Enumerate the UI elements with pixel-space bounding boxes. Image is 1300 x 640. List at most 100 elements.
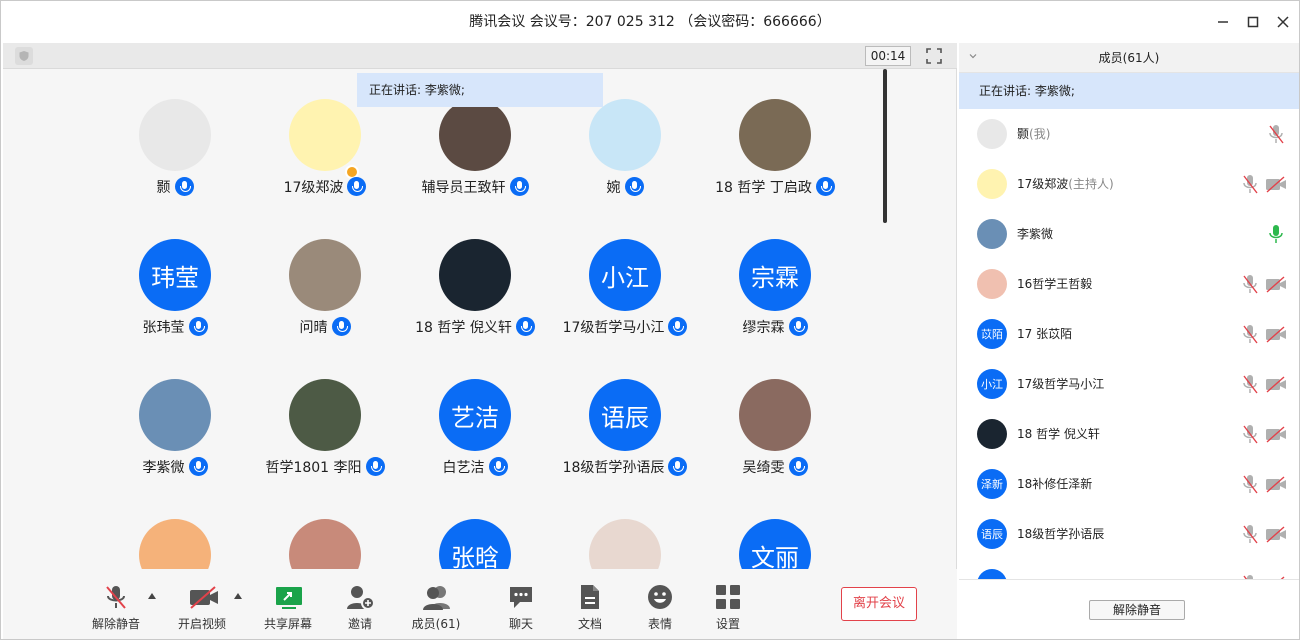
unmute-button[interactable]: 解除静音 [81,583,151,632]
mic-muted-icon[interactable] [1241,474,1259,494]
mic-muted-icon[interactable] [1241,524,1259,544]
participant-tile[interactable]: 小江 17级哲学马小江 [545,209,705,336]
participant-tile[interactable]: 颢 [95,69,255,196]
audio-options-caret-icon[interactable] [148,593,156,599]
participant-name: 张玮莹 [142,320,185,336]
chevron-down-icon[interactable] [969,52,977,60]
participant-name-row: 吴绮雯 [675,457,875,477]
participant-tile[interactable] [245,489,405,569]
member-name: 17级郑波 [1017,177,1069,191]
leave-meeting-button[interactable]: 离开会议 [841,587,917,621]
minimize-icon[interactable] [1213,12,1233,32]
participant-tile[interactable]: 玮莹 张玮莹 [95,209,255,336]
participant-tile[interactable]: 问晴 [245,209,405,336]
members-list: 颢(我) 17级郑波(主持人) 李紫微 16哲学王哲毅 苡陌 17 张苡陌 小江 17级哲学马… [959,109,1299,579]
members-panel-header: 成员(61人) [959,43,1299,73]
member-row[interactable]: 李紫微 [959,209,1299,259]
participant-tile[interactable]: 李紫微 [95,349,255,476]
close-icon[interactable] [1273,12,1293,32]
participant-tile[interactable]: 张晗 [395,489,555,569]
member-name-line: 17级郑波(主持人) [1017,159,1114,209]
members-panel-footer: 解除静音 [959,579,1299,639]
mic-icon [788,317,808,336]
start-video-button[interactable]: 开启视频 [167,583,237,632]
title-bar: 腾讯会议 会议号：207 025 312 （会议密码：666666） [1,1,1299,43]
mic-icon [488,457,508,476]
meeting-window: 腾讯会议 会议号：207 025 312 （会议密码：666666） 00:14… [0,0,1300,640]
mic-muted-icon[interactable] [1241,324,1259,344]
member-row[interactable]: 小江 17级哲学马小江 [959,359,1299,409]
avatar [289,379,361,451]
mic-muted-icon[interactable] [1241,274,1259,294]
member-row[interactable] [959,559,1299,579]
camera-off-icon[interactable] [1265,525,1287,543]
participant-tile[interactable]: 吴绮雯 [695,349,855,476]
unmute-all-button[interactable]: 解除静音 [1089,600,1185,620]
participant-name: 辅导员王致轩 [421,180,506,196]
docs-button[interactable]: 文档 [555,583,625,632]
participant-tile[interactable]: 文丽 [695,489,855,569]
mic-active-icon[interactable] [1267,224,1285,244]
grid-scrollbar[interactable] [883,69,887,223]
settings-grid-icon [714,583,742,611]
avatar [589,519,661,569]
participant-name: 18 哲学 倪义轩 [415,320,512,336]
member-name: 18级哲学孙语辰 [1017,527,1105,541]
members-icon [422,583,450,611]
maximize-icon[interactable] [1243,12,1263,32]
shield-icon[interactable] [15,47,33,65]
invite-button[interactable]: 邀请 [325,583,395,632]
participant-tile[interactable] [95,489,255,569]
avatar [589,99,661,171]
speaking-banner: 正在讲话: 李紫微; [357,73,603,107]
video-area: 00:14 颢 17级郑波 辅导员王致轩婉 18 哲学 丁启政 玮莹 张玮莹 问晴 18 哲学… [3,43,957,639]
participant-name: 缪宗霖 [742,320,785,336]
member-row[interactable]: 16哲学王哲毅 [959,259,1299,309]
members-button[interactable]: 成员(61) [401,583,471,632]
avatar [139,379,211,451]
participant-tile[interactable]: 语辰 18级哲学孙语辰 [545,349,705,476]
participant-tile[interactable]: 18 哲学 倪义轩 [395,209,555,336]
member-row[interactable]: 语辰 18级哲学孙语辰 [959,509,1299,559]
participant-tile[interactable]: 哲学1801 李阳 [245,349,405,476]
participant-name: 婉 [606,180,621,196]
share-screen-button[interactable]: 共享屏幕 [253,583,323,632]
unmute-label: 解除静音 [91,617,140,631]
member-name: 17级哲学马小江 [1017,377,1105,391]
mic-muted-icon[interactable] [1241,424,1259,444]
member-row[interactable]: 18 哲学 倪义轩 [959,409,1299,459]
video-options-caret-icon[interactable] [234,593,242,599]
participant-name: 18 哲学 丁启政 [715,180,812,196]
camera-off-icon[interactable] [1265,275,1287,293]
member-avatar [977,569,1007,579]
member-name: 18 哲学 倪义轩 [1017,427,1100,441]
member-name: 17 张苡陌 [1017,327,1073,341]
settings-button[interactable]: 设置 [693,583,763,632]
mic-muted-icon[interactable] [1241,174,1259,194]
mic-muted-icon[interactable] [1241,374,1259,394]
fullscreen-icon[interactable] [925,47,943,65]
camera-off-icon[interactable] [1265,375,1287,393]
member-row[interactable]: 颢(我) [959,109,1299,159]
member-row[interactable]: 17级郑波(主持人) [959,159,1299,209]
participant-name: 哲学1801 李阳 [265,460,362,476]
share-screen-icon [274,583,302,611]
camera-off-icon[interactable] [1265,325,1287,343]
camera-off-icon[interactable] [1265,425,1287,443]
participant-tile[interactable]: 宗霖 缪宗霖 [695,209,855,336]
emoji-icon [646,583,674,611]
chat-button[interactable]: 聊天 [486,583,556,632]
camera-off-icon[interactable] [1265,175,1287,193]
mic-muted-icon[interactable] [1267,124,1285,144]
member-row[interactable]: 苡陌 17 张苡陌 [959,309,1299,359]
member-row[interactable]: 泽新 18补修任泽新 [959,459,1299,509]
camera-off-icon[interactable] [1265,475,1287,493]
participant-tile[interactable]: 18 哲学 丁启政 [695,69,855,196]
participant-tile[interactable]: 艺洁 白艺洁 [395,349,555,476]
participant-name: 问晴 [299,320,328,336]
participant-tile[interactable] [545,489,705,569]
start-video-label: 开启视频 [177,617,226,631]
avatar [289,239,361,311]
bottom-toolbar: 解除静音 开启视频 共享屏幕 邀请 成员(61) 聊天 文档 表情 设置 离开会… [3,569,957,639]
emoji-button[interactable]: 表情 [625,583,695,632]
